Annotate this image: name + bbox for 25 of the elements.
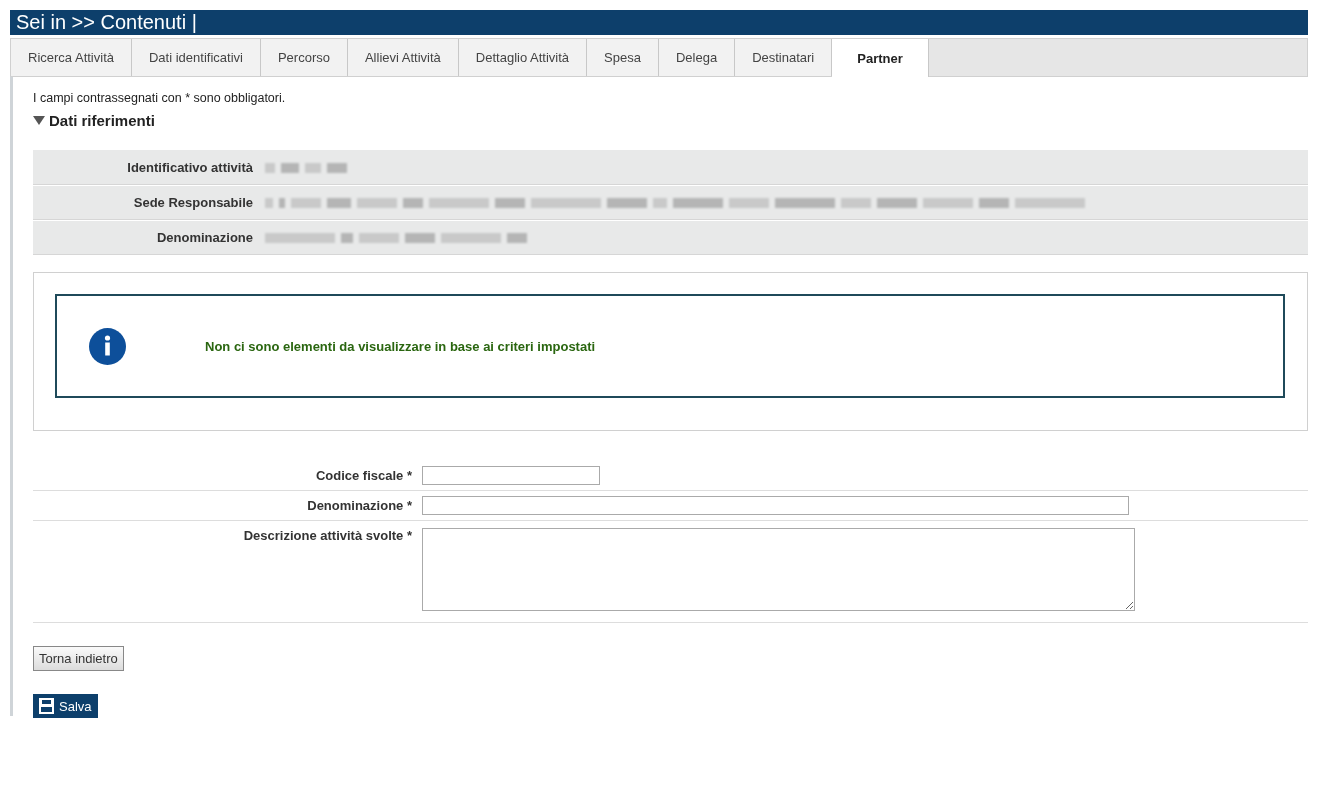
tab[interactable]: Destinatari xyxy=(735,39,833,76)
tab[interactable]: Dettaglio Attività xyxy=(458,39,588,76)
tab[interactable]: Partner xyxy=(832,39,929,77)
tab[interactable]: Dati identificativi xyxy=(132,39,261,76)
breadcrumb-header: Sei in >> Contenuti | xyxy=(10,10,1308,35)
tab[interactable]: Percorso xyxy=(260,39,348,76)
tab[interactable]: Delega xyxy=(658,39,736,76)
section-toggle[interactable]: Dati riferimenti xyxy=(33,112,1308,129)
required-fields-note: I campi contrassegnati con * sono obbligatori. xyxy=(33,91,287,105)
field-label: Denominazione * xyxy=(307,498,412,513)
field-label: Codice fiscale * xyxy=(315,468,412,483)
tab[interactable]: Ricerca Attività xyxy=(11,39,132,76)
back-button[interactable]: Torna indietro xyxy=(33,646,124,671)
row-label: Denominazione xyxy=(156,230,253,245)
row-label: Sede Responsabile xyxy=(133,195,253,210)
save-button[interactable]: Salva xyxy=(33,694,98,718)
input-field[interactable] xyxy=(422,496,1129,515)
tab[interactable]: Allievi Attività xyxy=(347,39,459,76)
input-field[interactable] xyxy=(422,466,600,485)
info-icon xyxy=(89,327,126,365)
row-label: Identificativo attività xyxy=(127,160,253,175)
message-text: Non ci sono elementi da visualizzare in base ai criteri impostati xyxy=(205,338,596,354)
text-area[interactable] xyxy=(422,528,1135,611)
tab[interactable]: Spesa xyxy=(587,39,659,76)
field-label: Descrizione attività svolte * xyxy=(243,528,412,543)
